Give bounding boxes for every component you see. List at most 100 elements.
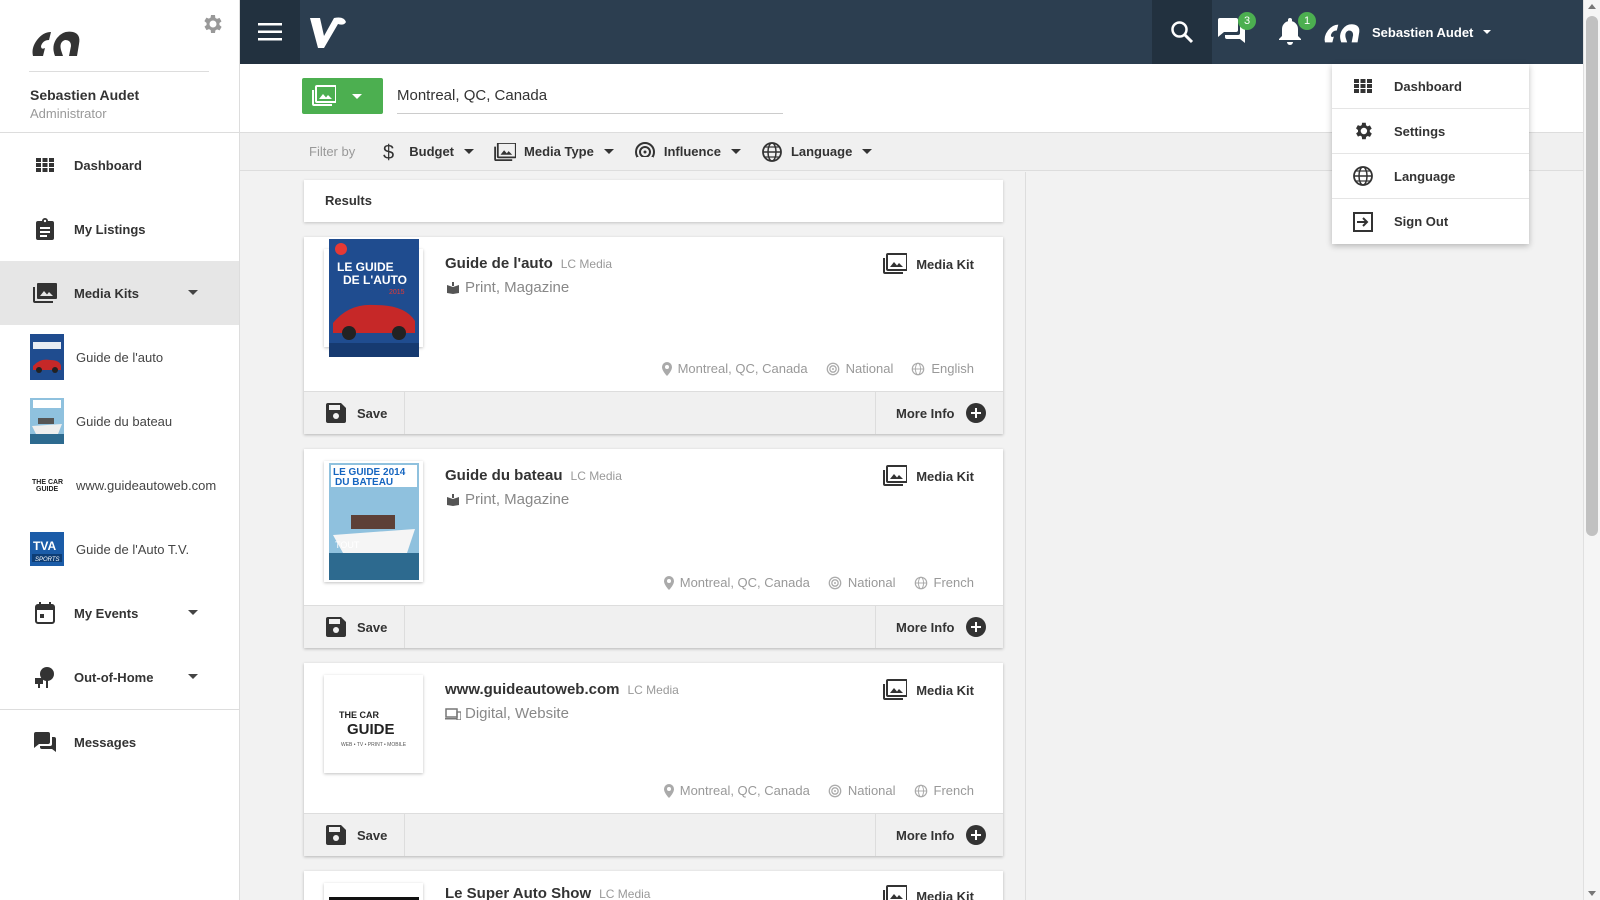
card-title-text: Guide de l'auto: [445, 255, 553, 272]
chevron-down-icon: [862, 149, 873, 154]
dashboard-icon: [1352, 75, 1374, 97]
chevron-down-icon: [1483, 30, 1492, 34]
sidebar-subitem-guide-auto-tv[interactable]: TVA SPORTS Guide de l'Auto T.V.: [0, 517, 239, 581]
search-button[interactable]: [1152, 0, 1212, 64]
guide-auto-cover-image[interactable]: LE GUIDE DE L'AUTO 2015: [324, 239, 423, 357]
more-info-label: More Info: [896, 405, 955, 421]
filter-language[interactable]: Language: [761, 141, 873, 163]
location-search-input[interactable]: [397, 78, 783, 114]
result-card: LE GUIDE DE L'AUTO 2015 Guide de l'auto L…: [304, 237, 1003, 434]
card-location: Montreal, QC, Canada: [663, 783, 810, 798]
sidebar-item-label: My Events: [74, 605, 139, 621]
more-info-button[interactable]: More Info: [875, 606, 1003, 648]
messages-button[interactable]: 3: [1216, 10, 1256, 50]
scroll-up-arrow-icon[interactable]: [1588, 4, 1596, 9]
clipboard-icon: [33, 217, 57, 241]
menu-item-label: Settings: [1394, 123, 1446, 139]
chevron-down-icon[interactable]: [188, 674, 198, 679]
sa-logo-icon: [32, 31, 80, 56]
sidebar-header: Sebastien Audet Administrator: [0, 0, 239, 133]
hamburger-menu-button[interactable]: [240, 0, 300, 64]
menu-item-language[interactable]: Language: [1332, 154, 1529, 199]
user-menu-button[interactable]: Sebastien Audet: [1322, 0, 1492, 64]
chevron-down-icon[interactable]: [188, 290, 198, 295]
sidebar-item-messages[interactable]: Messages: [0, 710, 239, 774]
gear-icon[interactable]: [200, 12, 224, 36]
sidebar-item-my-listings[interactable]: My Listings: [0, 197, 239, 261]
save-label: Save: [357, 619, 388, 635]
scrollbar-thumb[interactable]: [1586, 16, 1598, 536]
media-kit-label: Media Kit: [916, 682, 974, 698]
sidebar-subitem-label: Guide de l'auto: [76, 349, 164, 365]
filter-label: Media Type: [524, 144, 594, 159]
scroll-down-arrow-icon[interactable]: [1588, 891, 1596, 896]
location-pin-icon: [663, 783, 674, 798]
media-kit-link[interactable]: Media Kit: [883, 679, 974, 701]
card-category-text: Print, Magazine: [465, 491, 570, 508]
media-kit-link[interactable]: Media Kit: [883, 885, 974, 900]
topbar: 3 1 Sebastien Audet: [240, 0, 1583, 64]
photo-stack-icon: [883, 253, 908, 274]
filter-by-label: Filter by: [309, 144, 356, 159]
card-publisher: LC Media: [599, 887, 651, 900]
sidebar-item-media-kits[interactable]: Media Kits: [0, 261, 239, 325]
menu-item-dashboard[interactable]: Dashboard: [1332, 64, 1529, 109]
card-meta: Montreal, QC, Canada National French: [646, 575, 974, 590]
svg-text:GUIDE: GUIDE: [36, 486, 59, 493]
super-auto-show-cover-image[interactable]: [324, 883, 423, 900]
menu-item-label: Sign Out: [1394, 214, 1449, 229]
chevron-down-icon: [730, 149, 741, 154]
card-meta: Montreal, QC, Canada National English: [644, 361, 974, 376]
card-title-text: Le Super Auto Show: [445, 885, 592, 900]
card-title[interactable]: Le Super Auto Show LC Media: [445, 885, 650, 900]
media-kit-link[interactable]: Media Kit: [883, 465, 974, 487]
card-title[interactable]: www.guideautoweb.com LC Media: [445, 681, 679, 698]
menu-item-sign-out[interactable]: Sign Out: [1332, 199, 1529, 244]
sidebar-subitem-guideautoweb[interactable]: THE CAR GUIDE www.guideautoweb.com: [0, 453, 239, 517]
car-guide-cover-image[interactable]: THE CAR GUIDE WEB • TV • PRINT • MOBILE: [324, 675, 423, 773]
sidebar-item-out-of-home[interactable]: Out-of-Home: [0, 645, 239, 709]
media-kit-link[interactable]: Media Kit: [883, 253, 974, 275]
card-publisher: LC Media: [560, 257, 613, 271]
sidebar-item-my-events[interactable]: My Events: [0, 581, 239, 645]
svg-text:THE CAR: THE CAR: [32, 479, 63, 486]
save-button[interactable]: Save: [304, 392, 405, 434]
media-type-selector-button[interactable]: [302, 78, 383, 114]
save-button[interactable]: Save: [304, 814, 405, 856]
card-title[interactable]: Guide du bateau LC Media: [445, 467, 622, 484]
more-info-button[interactable]: More Info: [875, 814, 1003, 856]
menu-item-settings[interactable]: Settings: [1332, 109, 1529, 154]
guide-auto-thumbnail: [29, 334, 65, 380]
sidebar-subitem-label: Guide de l'Auto T.V.: [76, 541, 190, 557]
sa-logo-icon: [1324, 24, 1360, 43]
filter-media-type[interactable]: Media Type: [494, 141, 614, 163]
save-button[interactable]: Save: [304, 606, 405, 648]
save-label: Save: [357, 827, 388, 843]
photo-stack-icon: [494, 141, 517, 163]
brand-logo-icon[interactable]: [308, 14, 348, 50]
dollar-icon: $: [379, 141, 401, 163]
user-dropdown-menu: Dashboard Settings Language Sign Out: [1332, 64, 1529, 244]
filter-label: Language: [790, 144, 853, 159]
notifications-button[interactable]: 1: [1276, 10, 1316, 50]
card-category: Print, Magazine: [445, 279, 569, 296]
sidebar-item-dashboard[interactable]: Dashboard: [0, 133, 239, 197]
filter-influence[interactable]: Influence: [634, 141, 741, 163]
cover-tagline: WEB • TV • PRINT • MOBILE: [341, 742, 407, 748]
sidebar-subitem-guide-auto[interactable]: Guide de l'auto: [0, 325, 239, 389]
svg-text:SPORTS: SPORTS: [35, 557, 60, 563]
guide-bateau-cover-image[interactable]: LE GUIDE 2014 DU BATEAU TOUT: [324, 461, 423, 582]
chevron-down-icon[interactable]: [188, 610, 198, 615]
cover-year: 2015: [389, 289, 405, 296]
page-scrollbar[interactable]: [1583, 0, 1600, 900]
location-pin-icon: [661, 361, 672, 376]
card-meta: Montreal, QC, Canada National French: [646, 783, 974, 798]
book-icon: [445, 280, 461, 296]
media-kit-label: Media Kit: [916, 888, 974, 900]
more-info-button[interactable]: More Info: [875, 392, 1003, 434]
card-publisher: LC Media: [627, 683, 679, 697]
sidebar-subitem-guide-bateau[interactable]: Guide du bateau: [0, 389, 239, 453]
card-title[interactable]: Guide de l'auto LC Media: [445, 255, 612, 272]
card-language: French: [914, 783, 974, 798]
filter-budget[interactable]: $ Budget: [379, 141, 475, 163]
